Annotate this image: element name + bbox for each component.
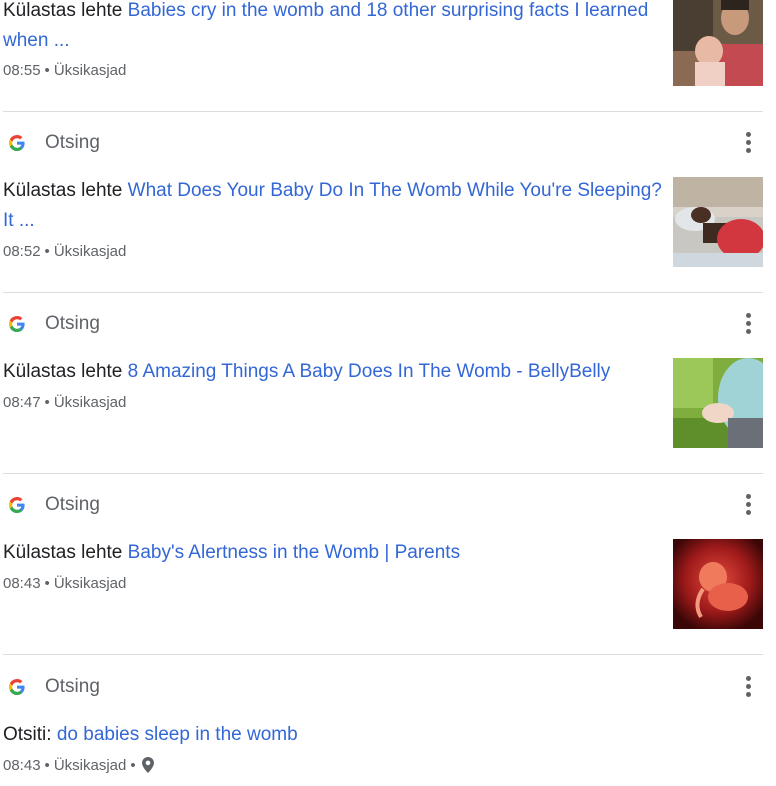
product-name: Otsing	[45, 132, 100, 153]
sleeping-pregnant-woman-photo	[673, 177, 763, 267]
divider	[3, 473, 763, 474]
activity-meta: 08:55 • Üksikasjad	[3, 62, 126, 80]
more-options-button[interactable]	[738, 130, 758, 156]
activity-time: 08:55	[3, 62, 41, 79]
divider	[3, 111, 763, 112]
activity-card: Otsing Otsiti: do babies sleep in the wo…	[0, 670, 776, 786]
more-options-button[interactable]	[738, 311, 758, 337]
activity-link[interactable]: Baby's Alertness in the Womb | Parents	[128, 542, 460, 563]
activity-thumbnail[interactable]	[673, 358, 763, 448]
activity-action: Otsiti:	[3, 724, 52, 745]
google-g-icon	[9, 135, 25, 151]
dot	[746, 321, 751, 326]
activity-action: Külastas lehte	[3, 542, 123, 563]
activity-time: 08:43	[3, 757, 41, 774]
activity-link[interactable]: 8 Amazing Things A Baby Does In The Womb…	[128, 361, 611, 382]
dot	[746, 329, 751, 334]
activity-title: Külastas lehte Baby's Alertness in the W…	[3, 538, 663, 568]
details-link[interactable]: Üksikasjad	[54, 62, 127, 79]
activity-title: Külastas lehte Babies cry in the womb an…	[3, 0, 663, 56]
product-name: Otsing	[45, 313, 100, 334]
location-pin-icon[interactable]	[141, 757, 154, 773]
meta-separator: •	[44, 757, 50, 774]
activity-thumbnail[interactable]	[673, 0, 763, 86]
dot	[746, 140, 751, 145]
activity-action: Külastas lehte	[3, 361, 123, 382]
more-options-button[interactable]	[738, 492, 758, 518]
details-link[interactable]: Üksikasjad	[54, 394, 127, 411]
man-holding-baby-photo	[673, 0, 763, 86]
meta-separator: •	[44, 394, 50, 411]
activity-action: Külastas lehte	[3, 0, 123, 21]
meta-separator: •	[44, 575, 50, 592]
dot	[746, 148, 751, 153]
google-g-icon	[9, 679, 25, 695]
more-options-button[interactable]	[738, 674, 758, 700]
divider	[3, 654, 763, 655]
activity-meta: 08:47 • Üksikasjad	[3, 394, 126, 412]
activity-meta: 08:43 • Üksikasjad	[3, 575, 126, 593]
activity-time: 08:43	[3, 575, 41, 592]
card-header: Otsing	[0, 126, 776, 160]
activity-card: Otsing Külastas lehte Baby's Alertness i…	[0, 488, 776, 654]
activity-title: Külastas lehte What Does Your Baby Do In…	[3, 176, 663, 236]
dot	[746, 692, 751, 697]
activity-card: Otsing Külastas lehte What Does Your Bab…	[0, 126, 776, 292]
activity-time: 08:52	[3, 243, 41, 260]
dot	[746, 676, 751, 681]
product-name: Otsing	[45, 676, 100, 697]
card-header: Otsing	[0, 488, 776, 522]
google-g-icon	[9, 316, 25, 332]
divider	[3, 292, 763, 293]
details-link[interactable]: Üksikasjad	[54, 575, 127, 592]
fetus-in-womb-photo	[673, 539, 763, 629]
activity-title: Külastas lehte 8 Amazing Things A Baby D…	[3, 357, 663, 387]
google-g-icon	[9, 497, 25, 513]
meta-separator: •	[130, 757, 136, 774]
activity-title: Otsiti: do babies sleep in the womb	[3, 720, 663, 750]
details-link[interactable]: Üksikasjad	[54, 757, 127, 774]
dot	[746, 684, 751, 689]
meta-separator: •	[44, 62, 50, 79]
card-header: Otsing	[0, 670, 776, 704]
activity-action: Külastas lehte	[3, 180, 123, 201]
dot	[746, 132, 751, 137]
dot	[746, 313, 751, 318]
meta-separator: •	[44, 243, 50, 260]
activity-thumbnail[interactable]	[673, 177, 763, 267]
activity-meta: 08:43 • Üksikasjad •	[3, 757, 154, 775]
activity-card: Külastas lehte Babies cry in the womb an…	[0, 0, 776, 111]
pregnant-belly-photo	[673, 358, 763, 448]
activity-card: Otsing Külastas lehte 8 Amazing Things A…	[0, 307, 776, 473]
details-link[interactable]: Üksikasjad	[54, 243, 127, 260]
activity-thumbnail[interactable]	[673, 539, 763, 629]
search-query-link[interactable]: do babies sleep in the womb	[57, 724, 298, 745]
dot	[746, 494, 751, 499]
activity-time: 08:47	[3, 394, 41, 411]
card-header: Otsing	[0, 307, 776, 341]
dot	[746, 502, 751, 507]
product-name: Otsing	[45, 494, 100, 515]
dot	[746, 510, 751, 515]
activity-meta: 08:52 • Üksikasjad	[3, 243, 126, 261]
